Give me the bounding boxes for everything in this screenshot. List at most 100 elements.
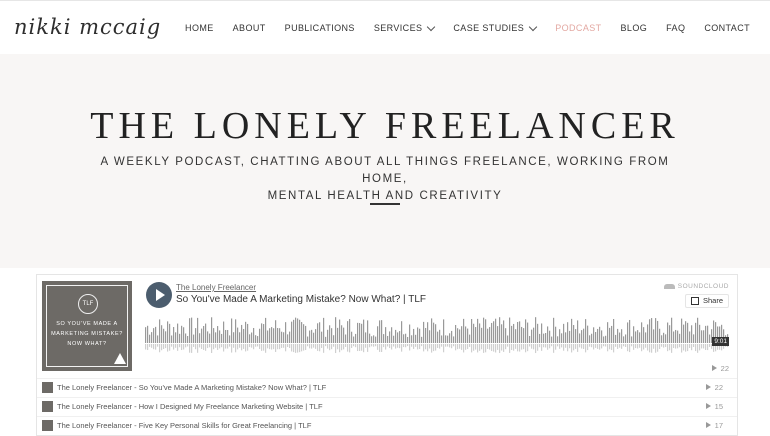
list-item[interactable]: The Lonely Freelancer - Five Key Persona… (37, 416, 737, 435)
play-icon (705, 422, 711, 428)
nav-faq[interactable]: FAQ (666, 23, 685, 33)
waveform-bar (165, 331, 167, 343)
nav-home[interactable]: HOME (185, 23, 214, 33)
waveform-bar (213, 328, 215, 343)
waveform-bar (591, 333, 593, 343)
waveform-bar (243, 328, 245, 343)
track-row-plays-value: 17 (714, 421, 723, 430)
waveform-bar (477, 318, 479, 343)
waveform-reflection (155, 344, 157, 350)
waveform-reflection (273, 344, 275, 350)
waveform-bar (267, 330, 269, 343)
waveform-bar (341, 325, 343, 343)
waveform-reflection (311, 344, 313, 349)
waveform-reflection (609, 344, 611, 350)
nav-podcast[interactable]: PODCAST (555, 23, 601, 33)
waveform-reflection (229, 344, 231, 347)
waveform-reflection (451, 344, 453, 349)
page-subtitle: A WEEKLY PODCAST, CHATTING ABOUT ALL THI… (80, 154, 690, 205)
waveform-bar (261, 323, 263, 343)
waveform-reflection (651, 344, 653, 353)
waveform-reflection (363, 344, 365, 353)
nav-about[interactable]: ABOUT (233, 23, 266, 33)
waveform-bar (671, 317, 673, 343)
nav-label: HOME (185, 23, 214, 33)
waveform-reflection (241, 344, 243, 351)
waveform-bar (709, 334, 711, 343)
waveform-bar (263, 324, 265, 343)
track-artwork[interactable]: TLF SO YOU'VE MADE A MARKETING MISTAKE? … (42, 281, 132, 371)
artist-link[interactable]: The Lonely Freelancer (176, 283, 256, 292)
waveform-bar (227, 329, 229, 343)
waveform-reflection (379, 344, 381, 352)
waveform-reflection (553, 344, 555, 353)
waveform-bar (277, 327, 279, 343)
waveform-reflection (343, 344, 345, 350)
site-logo[interactable]: nikki mccaig (14, 15, 161, 39)
waveform-reflection (381, 344, 383, 353)
waveform-bar (297, 318, 299, 343)
waveform-bar (149, 334, 151, 343)
waveform-reflection (289, 344, 291, 348)
soundcloud-logo[interactable]: SOUNDCLOUD (663, 283, 729, 290)
waveform-bar (533, 327, 535, 343)
play-button[interactable] (146, 282, 172, 308)
page-title: THE LONELY FREELANCER (90, 105, 680, 147)
nav-label: ABOUT (232, 23, 266, 33)
waveform-reflection (317, 344, 319, 351)
waveform-reflection (359, 344, 361, 351)
waveform-bar (463, 318, 465, 343)
waveform-reflection (463, 344, 465, 353)
waveform-bar (557, 336, 559, 343)
list-item[interactable]: The Lonely Freelancer - So You've Made A… (37, 378, 737, 397)
waveform-bar (385, 327, 387, 343)
waveform-bar (583, 328, 585, 343)
waveform-bar (573, 325, 575, 343)
waveform-reflection (431, 344, 433, 353)
waveform-reflection (161, 344, 163, 351)
share-button[interactable]: Share (684, 294, 729, 308)
waveform-reflection (313, 344, 315, 348)
waveform-reflection (285, 344, 287, 352)
waveform-reflection (149, 344, 151, 347)
waveform-reflection (683, 344, 685, 351)
waveform-bar (161, 325, 163, 343)
waveform-reflection (567, 344, 569, 352)
waveform[interactable] (145, 315, 729, 355)
nav-services[interactable]: SERVICES (374, 22, 436, 33)
waveform-reflection (577, 344, 579, 352)
track-row-plays: 15 (705, 402, 723, 411)
waveform-reflection (701, 344, 703, 349)
waveform-bar (445, 335, 447, 343)
waveform-reflection (529, 344, 531, 347)
waveform-bar (343, 327, 345, 343)
nav-blog[interactable]: BLOG (621, 23, 648, 33)
waveform-bar (481, 327, 483, 343)
waveform-bar (193, 334, 195, 343)
waveform-reflection (501, 344, 503, 351)
waveform-reflection (499, 344, 501, 354)
waveform-reflection (601, 344, 603, 349)
artwork-text: SO YOU'VE MADE A (56, 321, 118, 327)
waveform-bar (281, 331, 283, 343)
waveform-reflection (661, 344, 663, 347)
waveform-reflection (173, 344, 175, 350)
waveform-bar (677, 330, 679, 343)
waveform-bar (657, 320, 659, 343)
waveform-reflection (397, 344, 399, 348)
waveform-reflection (493, 344, 495, 352)
nav-publications[interactable]: PUBLICATIONS (285, 23, 355, 33)
waveform-reflection (559, 344, 561, 349)
nav-case-studies[interactable]: CASE STUDIES (453, 22, 538, 33)
waveform-reflection (617, 344, 619, 349)
nav-contact[interactable]: CONTACT (704, 23, 750, 33)
waveform-reflection (491, 344, 493, 352)
waveform-bar (345, 334, 347, 343)
waveform-reflection (437, 344, 439, 348)
waveform-reflection (461, 344, 463, 350)
waveform-reflection (233, 344, 235, 348)
list-item[interactable]: The Lonely Freelancer - How I Designed M… (37, 397, 737, 416)
waveform-reflection (503, 344, 505, 352)
waveform-reflection (353, 344, 355, 347)
waveform-reflection (335, 344, 337, 354)
